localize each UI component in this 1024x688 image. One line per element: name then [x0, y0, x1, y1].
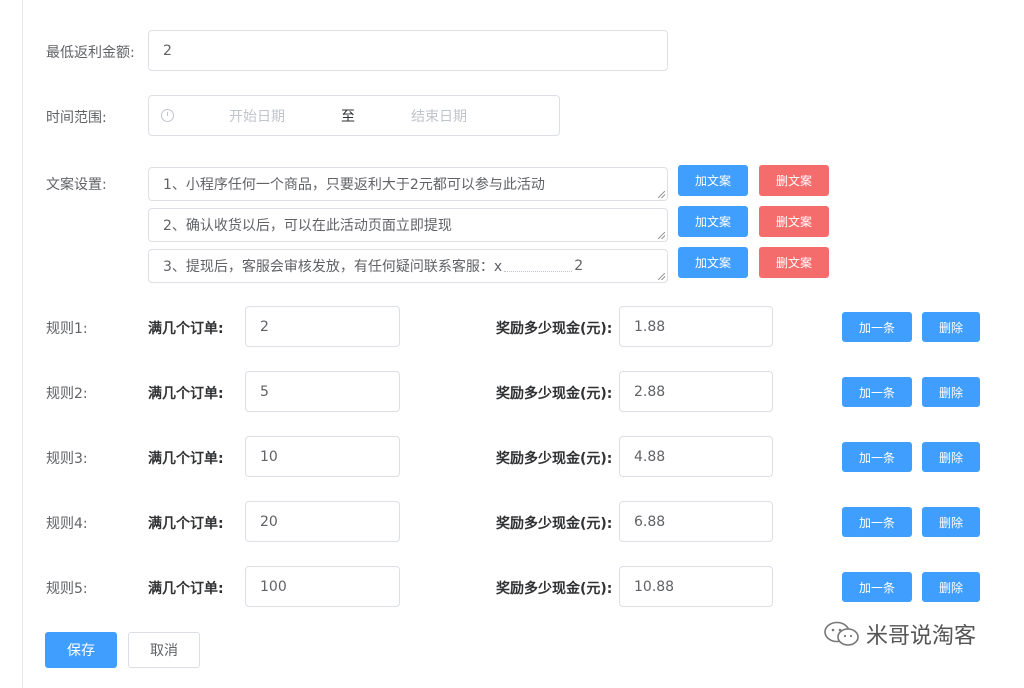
delete-rule-button[interactable]: 删除	[922, 572, 980, 602]
copy-settings-label: 文案设置:	[46, 177, 107, 193]
watermark: 米哥说淘客	[822, 618, 976, 650]
reward-value: 4.88	[634, 448, 666, 465]
copy-text: 1、小程序任何一个商品，只要返利大于2元都可以参与此活动	[163, 177, 545, 193]
reward-input[interactable]: 4.88	[619, 436, 773, 477]
reward-value: 2.88	[634, 383, 666, 400]
order-count-value: 2	[260, 318, 269, 335]
add-rule-button[interactable]: 加一条	[842, 572, 912, 602]
watermark-text: 米哥说淘客	[866, 624, 977, 649]
reward-label: 奖励多少现金(元):	[496, 386, 613, 402]
order-count-input[interactable]: 10	[245, 436, 400, 477]
add-rule-button[interactable]: 加一条	[842, 442, 912, 472]
rule-row: 规则1: 满几个订单: 2 奖励多少现金(元): 1.88 加一条 删除	[0, 306, 1024, 348]
reward-label: 奖励多少现金(元):	[496, 451, 613, 467]
order-count-label: 满几个订单:	[148, 321, 224, 337]
delete-rule-button[interactable]: 删除	[922, 507, 980, 537]
copy-text: 3、提现后，客服会审核发放，有任何疑问联系客服：x	[163, 259, 503, 275]
resize-handle-icon[interactable]	[658, 273, 665, 280]
delete-copy-button[interactable]: 删文案	[759, 247, 829, 278]
order-count-value: 20	[260, 513, 278, 530]
reward-input[interactable]: 2.88	[619, 371, 773, 412]
min-rebate-value: 2	[163, 42, 172, 59]
reward-value: 6.88	[634, 513, 666, 530]
reward-value: 10.88	[634, 578, 675, 595]
rule-label: 规则3:	[46, 451, 88, 467]
order-count-value: 100	[260, 578, 287, 595]
add-copy-button[interactable]: 加文案	[678, 165, 748, 196]
date-range-picker[interactable]: 开始日期 至 结束日期	[148, 95, 560, 136]
delete-rule-button[interactable]: 删除	[922, 377, 980, 407]
order-count-input[interactable]: 20	[245, 501, 400, 542]
order-count-value: 5	[260, 383, 269, 400]
rule-label: 规则2:	[46, 386, 88, 402]
reward-label: 奖励多少现金(元):	[496, 516, 613, 532]
order-count-value: 10	[260, 448, 278, 465]
add-rule-button[interactable]: 加一条	[842, 312, 912, 342]
order-count-label: 满几个订单:	[148, 451, 224, 467]
delete-rule-button[interactable]: 删除	[922, 312, 980, 342]
end-date-placeholder[interactable]: 结束日期	[411, 106, 467, 126]
order-count-label: 满几个订单:	[148, 581, 224, 597]
resize-handle-icon[interactable]	[658, 232, 665, 239]
reward-value: 1.88	[634, 318, 666, 335]
delete-copy-button[interactable]: 删文案	[759, 206, 829, 237]
copy-text: 2、确认收货以后，可以在此活动页面立即提现	[163, 218, 452, 234]
resize-handle-icon[interactable]	[658, 191, 665, 198]
save-button[interactable]: 保存	[45, 632, 117, 668]
rule-row: 规则5: 满几个订单: 100 奖励多少现金(元): 10.88 加一条 删除	[0, 566, 1024, 608]
rule-row: 规则2: 满几个订单: 5 奖励多少现金(元): 2.88 加一条 删除	[0, 371, 1024, 413]
copy-textarea-2[interactable]: 2、确认收货以后，可以在此活动页面立即提现	[148, 208, 668, 242]
reward-input[interactable]: 1.88	[619, 306, 773, 347]
copy-text-suffix: 2	[574, 258, 584, 274]
order-count-input[interactable]: 2	[245, 306, 400, 347]
reward-input[interactable]: 6.88	[619, 501, 773, 542]
rule-label: 规则4:	[46, 516, 88, 532]
order-count-label: 满几个订单:	[148, 386, 224, 402]
add-rule-button[interactable]: 加一条	[842, 507, 912, 537]
start-date-placeholder[interactable]: 开始日期	[229, 106, 285, 126]
cancel-button[interactable]: 取消	[128, 632, 200, 668]
copy-textarea-1[interactable]: 1、小程序任何一个商品，只要返利大于2元都可以参与此活动	[148, 167, 668, 201]
rule-label: 规则5:	[46, 581, 88, 597]
reward-label: 奖励多少现金(元):	[496, 321, 613, 337]
clock-icon	[161, 109, 174, 122]
wechat-icon	[824, 621, 859, 646]
min-rebate-label: 最低返利金额:	[46, 45, 135, 61]
order-count-input[interactable]: 5	[245, 371, 400, 412]
min-rebate-input[interactable]: 2	[148, 30, 668, 71]
rule-row: 规则4: 满几个订单: 20 奖励多少现金(元): 6.88 加一条 删除	[0, 501, 1024, 543]
range-separator: 至	[341, 108, 355, 125]
rule-row: 规则3: 满几个订单: 10 奖励多少现金(元): 4.88 加一条 删除	[0, 436, 1024, 478]
rule-label: 规则1:	[46, 321, 88, 337]
order-count-label: 满几个订单:	[148, 516, 224, 532]
reward-label: 奖励多少现金(元):	[496, 581, 613, 597]
time-range-label: 时间范围:	[46, 110, 107, 126]
reward-input[interactable]: 10.88	[619, 566, 773, 607]
delete-copy-button[interactable]: 删文案	[759, 165, 829, 196]
add-rule-button[interactable]: 加一条	[842, 377, 912, 407]
add-copy-button[interactable]: 加文案	[678, 247, 748, 278]
masked-contact	[504, 261, 573, 272]
copy-textarea-3[interactable]: 3、提现后，客服会审核发放，有任何疑问联系客服：x 2	[148, 249, 668, 283]
order-count-input[interactable]: 100	[245, 566, 400, 607]
add-copy-button[interactable]: 加文案	[678, 206, 748, 237]
delete-rule-button[interactable]: 删除	[922, 442, 980, 472]
